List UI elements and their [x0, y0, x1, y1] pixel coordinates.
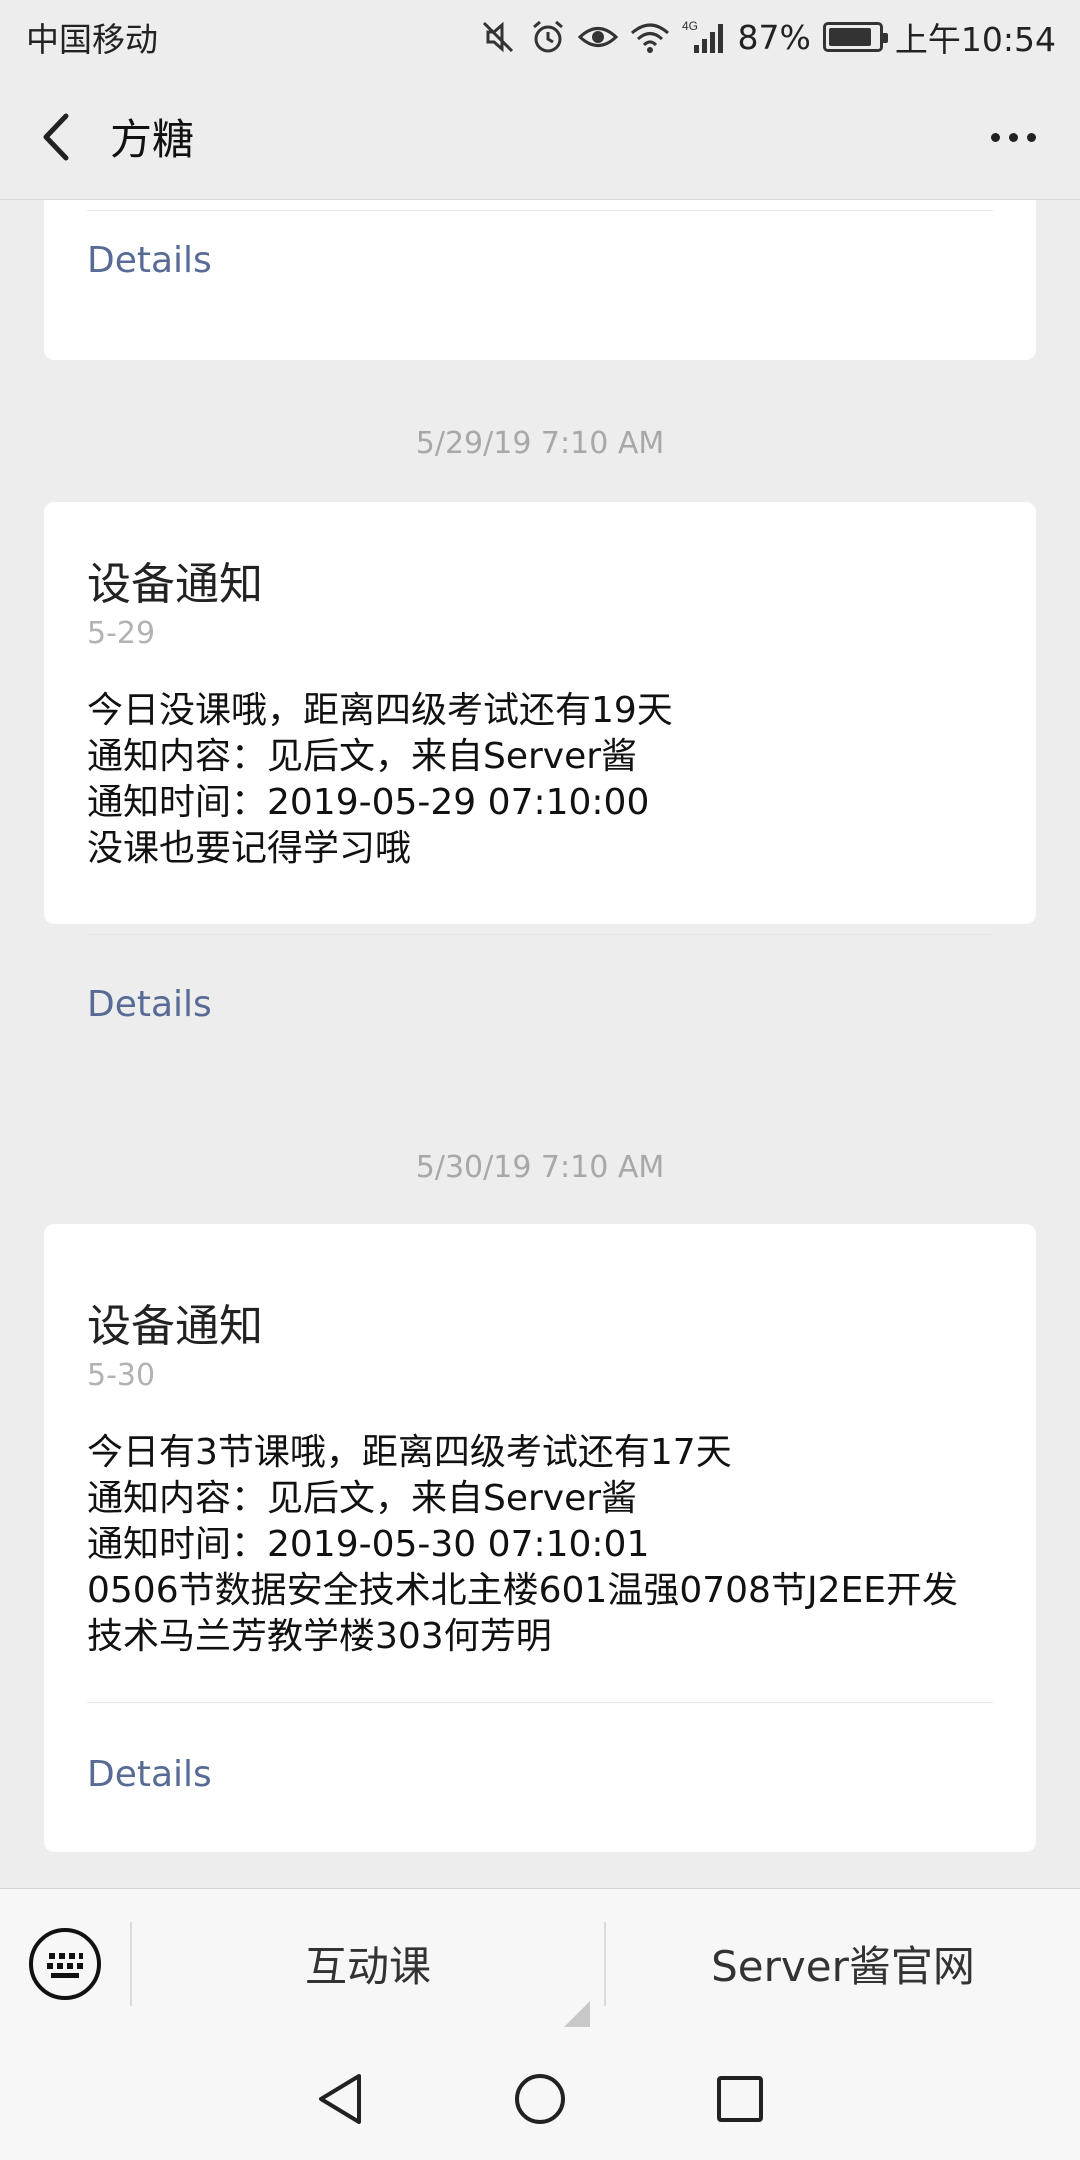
submenu-arrow-icon — [564, 2000, 590, 2027]
card-line: 技术马兰芳教学楼303何芳明 — [87, 1616, 552, 1657]
menu-item-server-website[interactable]: Server酱官网 — [606, 1889, 1080, 2039]
nav-back-icon — [319, 2074, 361, 2124]
nav-home-button[interactable] — [440, 2038, 640, 2160]
card-date: 5-30 — [87, 1358, 156, 1393]
message-timestamp: 5/30/19 7:10 AM — [415, 1150, 665, 1185]
bottom-menu: 互动课 Server酱官网 — [0, 1888, 1080, 2038]
card-divider — [87, 934, 993, 935]
message-card[interactable]: 设备通知 5-29 今日没课哦，距离四级考试还有19天 通知内容：见后文，来自S… — [44, 502, 1036, 1025]
back-arrow-icon — [43, 113, 69, 160]
title-bar: 方糖 — [0, 74, 1080, 200]
nav-home-icon — [515, 2074, 565, 2124]
wifi-icon — [630, 21, 670, 53]
card-title: 设备通知 — [87, 1301, 263, 1352]
status-bar: 中国移动 4G 87% 上午10:54 — [0, 0, 1080, 74]
keyboard-icon — [29, 1927, 101, 2000]
card-title: 设备通知 — [87, 559, 263, 610]
carrier-name: 中国移动 — [26, 20, 158, 59]
card-line: 通知内容：见后文，来自Server酱 — [87, 1478, 638, 1519]
clock-time: 上午10:54 — [894, 20, 1056, 59]
keyboard-toggle-button[interactable] — [0, 1889, 130, 2039]
alarm-icon — [530, 19, 566, 55]
network-type: 4G — [682, 19, 698, 33]
nav-back-button[interactable] — [240, 2038, 440, 2160]
card-body: 今日有3节课哦，距离四级考试还有17天 通知内容：见后文，来自Server酱 通… — [87, 1430, 996, 1660]
card-line: 通知内容：见后文，来自Server酱 — [87, 736, 638, 777]
message-timestamp: 5/29/19 7:10 AM — [415, 426, 665, 461]
card-divider — [87, 1702, 993, 1703]
details-link[interactable]: Details — [87, 240, 212, 281]
card-line: 今日有3节课哦，距离四级考试还有17天 — [87, 1432, 732, 1473]
chat-title: 方糖 — [110, 115, 195, 164]
eye-icon — [577, 22, 618, 52]
details-link[interactable]: Details — [87, 1754, 212, 1795]
system-nav-bar — [0, 2038, 1080, 2160]
nav-recents-icon — [717, 2076, 763, 2122]
nav-recents-button[interactable] — [640, 2038, 840, 2160]
card-line: 通知时间：2019-05-30 07:10:01 — [87, 1524, 650, 1565]
card-line: 通知时间：2019-05-29 07:10:00 — [87, 782, 650, 823]
message-card[interactable]: Details — [44, 200, 1036, 360]
card-body: 今日没课哦，距离四级考试还有19天 通知内容：见后文，来自Server酱 通知时… — [87, 688, 996, 872]
card-date: 5-29 — [87, 616, 156, 651]
card-line: 0506节数据安全技术北主楼601温强0708节J2EE开发 — [87, 1570, 958, 1611]
signal-icon: 4G — [682, 19, 726, 55]
card-divider — [87, 210, 993, 211]
message-list[interactable]: Details 5/29/19 7:10 AM 设备通知 5-29 今日没课哦，… — [0, 200, 1080, 1888]
mute-icon — [480, 20, 518, 54]
back-button[interactable] — [6, 87, 106, 187]
battery-level — [828, 28, 871, 46]
more-button[interactable] — [978, 104, 1048, 170]
menu-item-label: Server酱官网 — [711, 1942, 975, 1991]
battery-icon — [822, 22, 888, 52]
menu-item-interactive-class[interactable]: 互动课 — [132, 1889, 604, 2039]
more-icon — [990, 132, 1000, 142]
card-line: 没课也要记得学习哦 — [87, 828, 412, 869]
card-line: 今日没课哦，距离四级考试还有19天 — [87, 690, 673, 731]
message-card[interactable]: 设备通知 5-30 今日有3节课哦，距离四级考试还有17天 通知内容：见后文，来… — [44, 1224, 1036, 1852]
status-indicators: 4G 87% 上午10:54 — [480, 13, 1056, 61]
battery-percent: 87% — [737, 17, 811, 57]
details-link[interactable]: Details — [87, 984, 212, 1025]
menu-item-label: 互动课 — [304, 1942, 431, 1991]
